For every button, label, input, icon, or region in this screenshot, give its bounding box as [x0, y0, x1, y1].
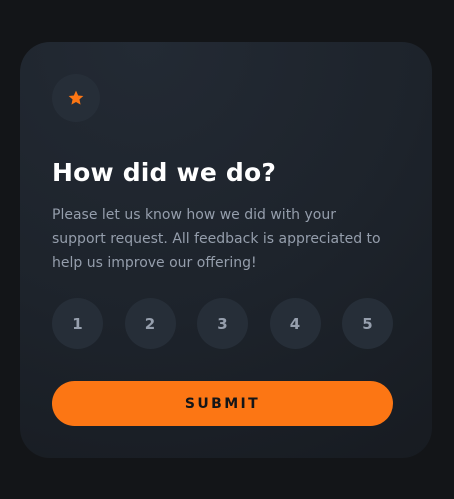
- star-icon: [68, 90, 84, 105]
- rating-button-4[interactable]: 4: [269, 298, 321, 349]
- card-title: How did we do?: [52, 158, 277, 187]
- rating-options: 1 2 3 4 5: [52, 298, 393, 349]
- rating-button-5[interactable]: 5: [342, 298, 393, 349]
- rating-card: How did we do? Please let us know how we…: [20, 42, 432, 458]
- submit-button[interactable]: SUBMIT: [52, 381, 393, 426]
- star-badge: [52, 74, 100, 122]
- rating-button-2[interactable]: 2: [124, 298, 176, 349]
- rating-button-1[interactable]: 1: [52, 298, 103, 349]
- rating-button-3[interactable]: 3: [197, 298, 248, 349]
- card-description: Please let us know how we did with your …: [52, 207, 381, 271]
